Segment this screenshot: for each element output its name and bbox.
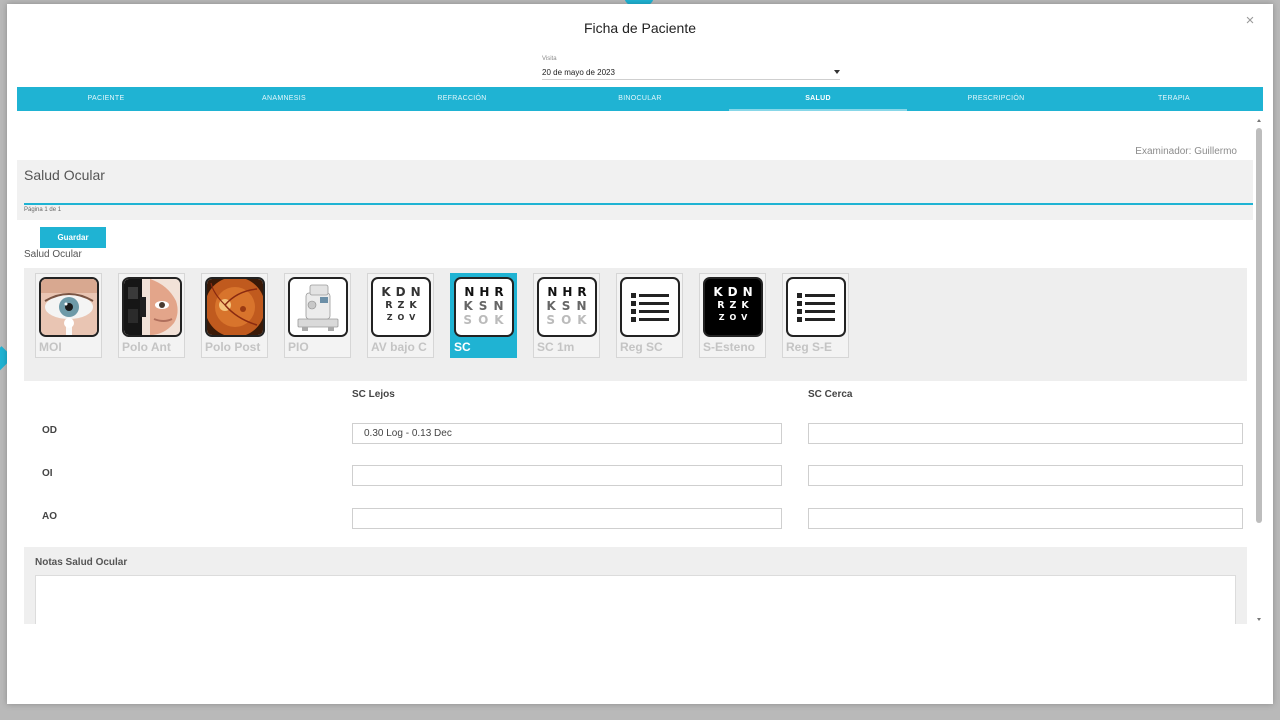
tile-label: AV bajo C	[371, 340, 427, 354]
list-icon	[620, 277, 680, 337]
tile-reg-s-e[interactable]: Reg S-E	[782, 273, 849, 358]
chart-row: SOK	[546, 313, 593, 327]
oi-cerca-field[interactable]	[808, 465, 1243, 486]
tile-sc[interactable]: NHR KSN SOK SC	[450, 273, 517, 358]
notes-panel: Notas Salud Ocular	[24, 547, 1247, 624]
tile-moi[interactable]: MOI	[35, 273, 102, 358]
tile-label: MOI	[39, 340, 62, 354]
close-icon[interactable]: ×	[1243, 13, 1257, 28]
modal-title: Ficha de Paciente	[583, 20, 697, 36]
tile-label: PIO	[288, 340, 309, 354]
column-header-sc-cerca: SC Cerca	[808, 389, 853, 400]
tile-reg-sc[interactable]: Reg SC	[616, 273, 683, 358]
row-label-oi: OI	[42, 468, 53, 479]
chart-row: NHR	[464, 285, 509, 299]
slit-lamp-photo-icon	[122, 277, 182, 337]
page-indicator: Página 1 de 1	[24, 207, 62, 213]
visit-label: Visita	[542, 56, 557, 62]
scroll-thumb[interactable]	[1256, 128, 1262, 523]
tab-salud[interactable]: SALUD	[729, 87, 907, 111]
notes-textarea[interactable]	[35, 575, 1236, 624]
chart-row: SOK	[463, 313, 510, 327]
section-title: Salud Ocular	[24, 167, 105, 183]
tile-label: Reg SC	[620, 340, 663, 354]
snellen-chart-icon: KDN RZK ZOV	[371, 277, 431, 337]
chart-row: KDN	[713, 285, 758, 299]
tile-polo-ant[interactable]: Polo Ant	[118, 273, 185, 358]
tile-label: Polo Post	[205, 340, 261, 354]
tonometer-icon	[288, 277, 348, 337]
save-button[interactable]: Guardar	[40, 227, 106, 248]
row-label-ao: AO	[42, 511, 57, 522]
examiner-label: Examinador: Guillermo	[1135, 146, 1237, 157]
tile-label: Polo Ant	[122, 340, 171, 354]
chart-row: KDN	[381, 285, 426, 299]
od-cerca-field[interactable]	[808, 423, 1243, 444]
tile-label: S-Esteno	[703, 340, 756, 354]
section-divider	[24, 203, 1253, 205]
tab-bar: PACIENTE ANAMNESIS REFRACCIÓN BINOCULAR …	[17, 87, 1263, 111]
od-lejos-field[interactable]: 0.30 Log - 0.13 Dec	[352, 423, 782, 444]
snellen-chart-dark-icon: KDN RZK ZOV	[703, 277, 763, 337]
list-icon	[786, 277, 846, 337]
patient-record-modal: Ficha de Paciente × Visita 20 de mayo de…	[7, 4, 1273, 704]
visit-value: 20 de mayo de 2023	[542, 68, 615, 77]
tile-s-esteno[interactable]: KDN RZK ZOV S-Esteno	[699, 273, 766, 358]
chart-row: KSN	[463, 299, 510, 313]
tile-av-bajo-c[interactable]: KDN RZK ZOV AV bajo C	[367, 273, 434, 358]
tab-prescripcion[interactable]: PRESCRIPCIÓN	[907, 87, 1085, 111]
tile-polo-post[interactable]: Polo Post	[201, 273, 268, 358]
chevron-down-icon	[834, 70, 840, 74]
visit-select[interactable]: Visita 20 de mayo de 2023	[542, 56, 840, 80]
tab-paciente[interactable]: PACIENTE	[17, 87, 195, 111]
row-label-od: OD	[42, 425, 57, 436]
notes-title: Notas Salud Ocular	[35, 557, 128, 568]
tab-binocular[interactable]: BINOCULAR	[551, 87, 729, 111]
test-selector-panel: MOI Polo Ant Polo Post PIO KDN RZK ZOV A…	[24, 268, 1247, 381]
snellen-chart-icon: NHR KSN SOK	[454, 277, 514, 337]
ao-cerca-field[interactable]	[808, 508, 1243, 529]
chart-row: ZOV	[718, 313, 753, 322]
vertical-scrollbar[interactable]	[1255, 115, 1263, 622]
tab-anamnesis[interactable]: ANAMNESIS	[195, 87, 373, 111]
tab-terapia[interactable]: TERAPIA	[1085, 87, 1263, 111]
tile-label: Reg S-E	[786, 340, 833, 354]
scroll-down-icon[interactable]	[1257, 618, 1261, 621]
chart-row: KSN	[546, 299, 593, 313]
snellen-chart-icon: NHR KSN SOK	[537, 277, 597, 337]
subsection-title: Salud Ocular	[24, 249, 82, 260]
tile-label: SC 1m	[537, 340, 575, 354]
tile-label: SC	[454, 340, 471, 354]
chart-row: ZOV	[386, 313, 421, 322]
tab-refraccion[interactable]: REFRACCIÓN	[373, 87, 551, 111]
oi-lejos-field[interactable]	[352, 465, 782, 486]
retina-photo-icon	[205, 277, 265, 337]
chart-row: RZK	[385, 300, 422, 311]
scroll-up-icon[interactable]	[1257, 119, 1261, 122]
ao-lejos-field[interactable]	[352, 508, 782, 529]
tile-sc-1m[interactable]: NHR KSN SOK SC 1m	[533, 273, 600, 358]
section-header: Salud Ocular Página 1 de 1	[17, 160, 1253, 220]
chart-row: RZK	[717, 300, 754, 311]
chart-row: NHR	[547, 285, 592, 299]
tab-content: Examinador: Guillermo Salud Ocular Págin…	[17, 111, 1263, 624]
eye-photo-icon	[39, 277, 99, 337]
column-header-sc-lejos: SC Lejos	[352, 389, 395, 400]
tile-pio[interactable]: PIO	[284, 273, 351, 358]
